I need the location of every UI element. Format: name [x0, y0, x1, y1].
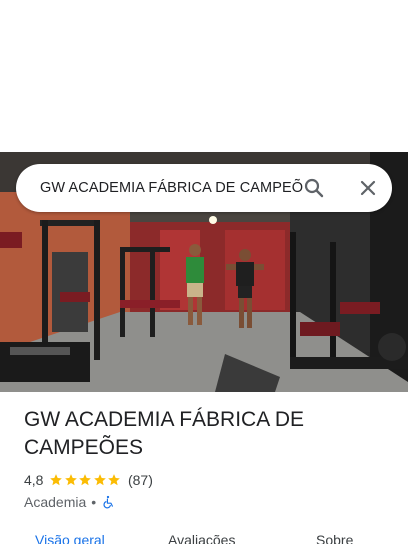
review-count[interactable]: (87) [128, 472, 153, 488]
star-icon [79, 474, 92, 486]
rating-row[interactable]: 4,8 (87) [24, 470, 153, 490]
wheelchair-icon [103, 495, 114, 509]
tab-reviews[interactable]: Avaliações [168, 532, 235, 544]
rating-value: 4,8 [24, 472, 44, 488]
search-bar[interactable]: GW ACADEMIA FÁBRICA DE CAMPEÕES [16, 164, 392, 212]
category-row: Academia • [24, 492, 115, 512]
place-tabs: Visão geral Avaliações Sobre [0, 528, 408, 544]
search-input[interactable]: GW ACADEMIA FÁBRICA DE CAMPEÕES [40, 164, 304, 212]
star-icon [94, 474, 106, 486]
star-icon [50, 474, 63, 486]
tab-about[interactable]: Sobre [316, 532, 353, 544]
search-icon[interactable] [302, 176, 326, 200]
map-blank-area [0, 0, 408, 152]
separator: • [91, 494, 97, 510]
star-rating [49, 473, 122, 487]
close-icon[interactable] [356, 176, 380, 200]
category-label: Academia [24, 494, 87, 510]
place-title: GW ACADEMIA FÁBRICA DE CAMPEÕES [24, 408, 305, 459]
star-icon [108, 474, 121, 486]
tab-overview[interactable]: Visão geral [35, 532, 105, 544]
star-icon [65, 474, 77, 486]
